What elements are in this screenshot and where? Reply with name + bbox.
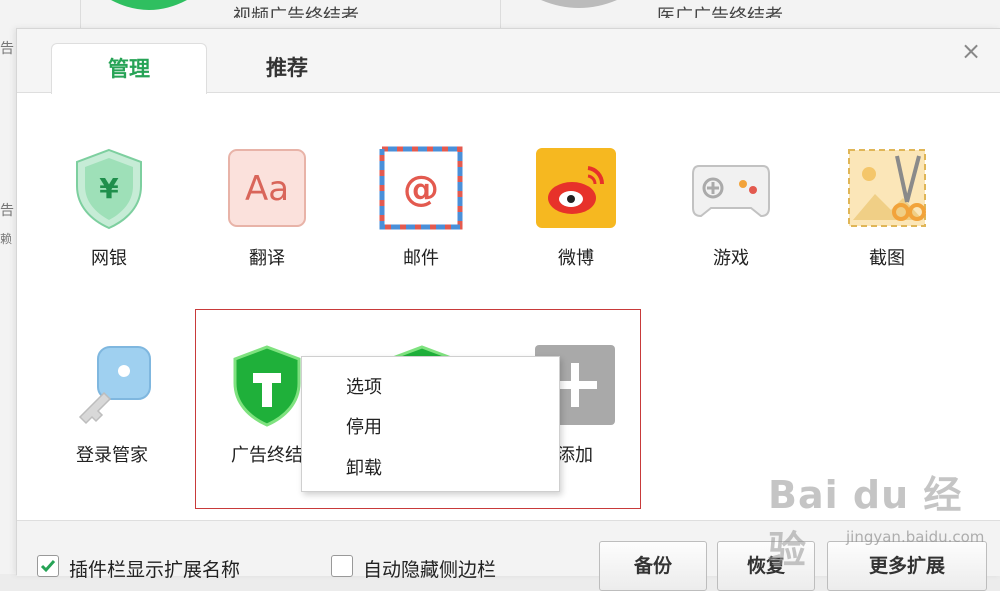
extension-item-translate[interactable]: Aa 翻译 — [212, 146, 322, 270]
extension-label: 游戏 — [713, 248, 749, 269]
background-tab-2: 医广广告终结者 — [500, 0, 1000, 30]
background-tab-1-text: 视频广告终结者 — [233, 6, 359, 18]
backup-button[interactable]: 备份 — [599, 541, 707, 591]
context-menu-disable[interactable]: 停用 — [346, 413, 382, 439]
extension-item-weibo[interactable]: 微博 — [521, 146, 631, 270]
svg-text:Aa: Aa — [245, 169, 289, 209]
shield-icon — [111, 0, 187, 10]
key-icon — [78, 346, 151, 425]
extension-item-screenshot[interactable]: 截图 — [832, 146, 942, 270]
watermark-subtext: jingyan.baidu.com — [846, 528, 985, 546]
extension-label: 网银 — [91, 248, 127, 269]
extension-label: 截图 — [869, 248, 905, 269]
background-tab-2-text: 医广广告终结者 — [657, 6, 783, 18]
extension-item-bank[interactable]: ¥ 网银 — [54, 146, 164, 270]
svg-text:¥: ¥ — [99, 172, 119, 205]
bank-shield-icon: ¥ — [76, 148, 142, 230]
dialog-tabbar: 管理 推荐 — [17, 29, 1000, 94]
weibo-icon — [536, 148, 616, 228]
svg-text:@: @ — [403, 169, 439, 210]
show-names-label: 插件栏显示扩展名称 — [69, 559, 241, 581]
close-icon[interactable]: × — [957, 37, 985, 65]
mail-icon: @ — [379, 146, 463, 230]
background-side-text: 赖 — [0, 232, 13, 246]
background-tab-1: 视频广告终结者 — [80, 0, 501, 30]
baidu-jingyan-watermark: Bai du 经验 jingyan.baidu.com — [768, 464, 1000, 572]
extension-label: 邮件 — [403, 248, 439, 269]
context-menu-options[interactable]: 选项 — [346, 373, 382, 399]
tab-manage[interactable]: 管理 — [51, 43, 207, 94]
gamepad-icon — [692, 165, 770, 218]
screenshot-icon — [848, 149, 926, 227]
watermark-text: Bai du 经验 — [768, 473, 963, 572]
shield-icon — [541, 0, 617, 8]
checkmark-icon — [40, 560, 56, 573]
extension-item-mail[interactable]: @ 邮件 — [366, 146, 476, 270]
background-window-tabbar: 视频广告终结者 医广广告终结者 — [0, 0, 1000, 30]
auto-hide-label: 自动隐藏侧边栏 — [363, 559, 497, 581]
extension-item-login-manager[interactable]: 登录管家 — [57, 343, 167, 467]
extension-item-game[interactable]: 游戏 — [676, 146, 786, 270]
extension-label: 翻译 — [249, 248, 285, 269]
context-menu: 选项 停用 卸载 — [301, 356, 560, 492]
extension-label: 微博 — [558, 248, 594, 269]
translate-icon: Aa — [228, 149, 306, 227]
tab-recommend[interactable]: 推荐 — [217, 43, 357, 93]
background-side-text: 告 — [0, 203, 14, 219]
context-menu-uninstall[interactable]: 卸载 — [346, 454, 382, 480]
background-side-text: 告 — [0, 41, 14, 57]
background-window-side: 告 告 赖 — [0, 30, 16, 574]
extension-label: 登录管家 — [76, 445, 148, 466]
